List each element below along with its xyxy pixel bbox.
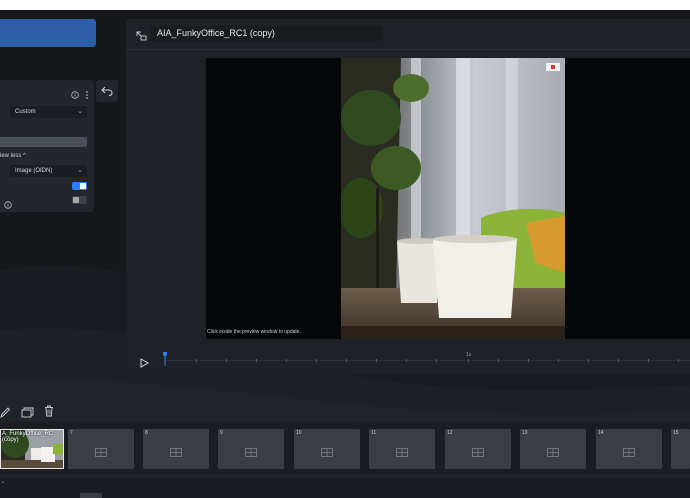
timeline-tick-label: 1s xyxy=(466,352,472,358)
film-frame-icon xyxy=(547,444,559,462)
timeline-tick xyxy=(256,359,257,362)
pencil-icon[interactable] xyxy=(0,405,11,423)
divider xyxy=(126,49,690,50)
frame-thumb-label: A_FunkyOffice_RC (copy) xyxy=(2,431,53,443)
film-frame-icon xyxy=(396,444,408,462)
film-frame-icon xyxy=(623,444,635,462)
preset-dropdown[interactable]: Custom ⌄ xyxy=(10,106,87,118)
frame-number: 9 xyxy=(220,430,223,436)
film-frame-icon xyxy=(170,444,182,462)
frame-thumb[interactable]: 13 xyxy=(520,429,586,469)
info-icon[interactable] xyxy=(4,196,12,214)
frame-number: 14 xyxy=(598,430,604,436)
mode-dropdown-value: Image (OIDN) xyxy=(15,168,53,174)
timeline-tick xyxy=(678,359,679,362)
bottom-control[interactable] xyxy=(80,493,102,498)
frame-thumb[interactable]: 15 xyxy=(671,429,690,469)
bottom-bar xyxy=(0,478,690,498)
frame-number: 12 xyxy=(447,430,453,436)
timeline-tick xyxy=(468,359,469,362)
film-frame-icon xyxy=(95,444,107,462)
show-less-toggle[interactable]: iew less ^ xyxy=(0,153,26,159)
frame-number: 13 xyxy=(522,430,528,436)
film-expand-icon[interactable] xyxy=(136,28,147,46)
frame-thumb[interactable]: 12 xyxy=(445,429,511,469)
feature-toggle-off[interactable] xyxy=(72,196,87,204)
play-icon[interactable] xyxy=(140,355,150,373)
timeline-track[interactable] xyxy=(164,360,690,361)
timeline-tick xyxy=(316,359,317,362)
chevron-down-icon: ⌄ xyxy=(77,108,83,115)
copy-icon[interactable] xyxy=(21,405,34,423)
timeline-tick xyxy=(286,359,287,362)
frame-thumb-selected[interactable]: A_FunkyOffice_RC (copy) xyxy=(0,429,64,469)
clip-title: AIA_FunkyOffice_RC1 (copy) xyxy=(157,28,275,38)
timeline-tick xyxy=(528,359,529,362)
frame-thumb[interactable]: 11 xyxy=(369,429,435,469)
top-window-edge xyxy=(0,0,690,10)
film-frame-icon xyxy=(472,444,484,462)
playhead-handle[interactable] xyxy=(163,352,167,366)
timeline-tick xyxy=(648,359,649,362)
frame-thumb-label-line2: (copy) xyxy=(2,437,19,443)
frame-number: 11 xyxy=(371,430,377,436)
timeline-tick xyxy=(226,359,227,362)
frame-thumb[interactable]: 8 xyxy=(143,429,209,469)
info-icon[interactable] xyxy=(71,86,79,104)
frame-number: 7 xyxy=(70,430,73,436)
preview-image[interactable] xyxy=(341,58,565,339)
timeline-tick xyxy=(558,359,559,362)
more-vertical-icon[interactable] xyxy=(85,86,89,104)
preview-hint: Click inside the preview window to updat… xyxy=(207,329,301,335)
undo-icon xyxy=(101,86,113,96)
chevron-down-icon: ⌄ xyxy=(77,167,83,174)
bottom-scroll-marker[interactable]: • xyxy=(2,480,4,486)
frame-thumb[interactable]: 9 xyxy=(218,429,284,469)
frame-number: 10 xyxy=(296,430,302,436)
frame-number: 8 xyxy=(145,430,148,436)
film-frame-icon xyxy=(245,444,257,462)
timeline-tick xyxy=(618,359,619,362)
frame-thumb[interactable]: 10 xyxy=(294,429,360,469)
frame-number: 15 xyxy=(673,430,679,436)
preset-dropdown-value: Custom xyxy=(15,109,36,115)
timeline-tick xyxy=(588,359,589,362)
text-field[interactable] xyxy=(0,137,87,147)
mode-dropdown[interactable]: Image (OIDN) ⌄ xyxy=(10,165,87,177)
feature-toggle-on[interactable] xyxy=(72,182,87,190)
timeline-tick xyxy=(498,359,499,362)
timeline-tick xyxy=(436,359,437,362)
film-frame-icon xyxy=(321,444,333,462)
timeline-tick xyxy=(406,359,407,362)
timeline-tick xyxy=(346,359,347,362)
accent-button[interactable] xyxy=(0,19,96,47)
frame-thumb[interactable]: 14 xyxy=(596,429,662,469)
timeline-tick xyxy=(376,359,377,362)
timeline-tick xyxy=(196,359,197,362)
trash-icon[interactable] xyxy=(44,404,54,422)
frame-thumb[interactable]: 7 xyxy=(68,429,134,469)
undo-button[interactable] xyxy=(96,80,118,102)
